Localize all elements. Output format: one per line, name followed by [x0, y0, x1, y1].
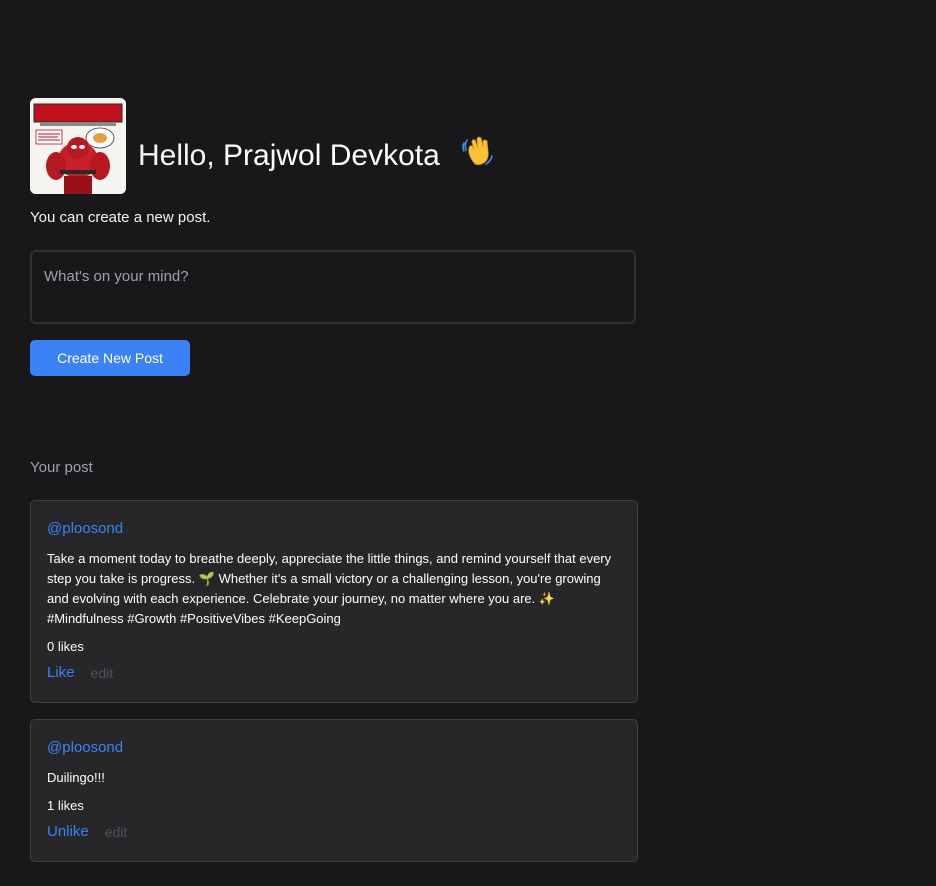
post-card: @ploosond Duilingo!!! 1 likes Unlike edi…	[30, 719, 638, 862]
user-name: Prajwol Devkota	[223, 138, 440, 172]
post-author-link[interactable]: @ploosond	[47, 519, 621, 539]
seedling-icon: 🌱	[198, 571, 215, 586]
post-actions: Unlike edit	[47, 822, 621, 842]
edit-button[interactable]: edit	[105, 822, 128, 842]
post-like-count: 0 likes	[47, 639, 84, 654]
your-post-heading: Your post	[30, 459, 93, 476]
create-post-hint: You can create a new post.	[30, 209, 211, 226]
avatar	[30, 98, 126, 194]
greeting-heading: Hello, Prajwol Devkota	[138, 134, 494, 177]
page: Hello, Prajwol Devkota You can create a …	[0, 0, 936, 886]
post-hashtags: #Mindfulness #Growth #PositiveVibes #Kee…	[47, 611, 341, 626]
unlike-button[interactable]: Unlike	[47, 822, 89, 842]
sparkles-icon: ✨	[538, 591, 556, 606]
profile-header: Hello, Prajwol Devkota	[30, 98, 494, 194]
new-post-input[interactable]	[30, 250, 636, 324]
greeting-text: Hello,	[138, 138, 215, 172]
post-like-count: 1 likes	[47, 798, 84, 813]
waving-hand-icon	[460, 134, 494, 177]
create-post-button[interactable]: Create New Post	[30, 340, 190, 376]
avatar-image	[30, 98, 126, 194]
post-actions: Like edit	[47, 663, 621, 683]
post-content: Take a moment today to breathe deeply, a…	[47, 549, 621, 629]
post-author-link[interactable]: @ploosond	[47, 738, 621, 758]
post-card: @ploosond Take a moment today to breathe…	[30, 500, 638, 703]
like-button[interactable]: Like	[47, 663, 75, 683]
post-content: Duilingo!!!	[47, 770, 105, 785]
edit-button[interactable]: edit	[91, 663, 114, 683]
